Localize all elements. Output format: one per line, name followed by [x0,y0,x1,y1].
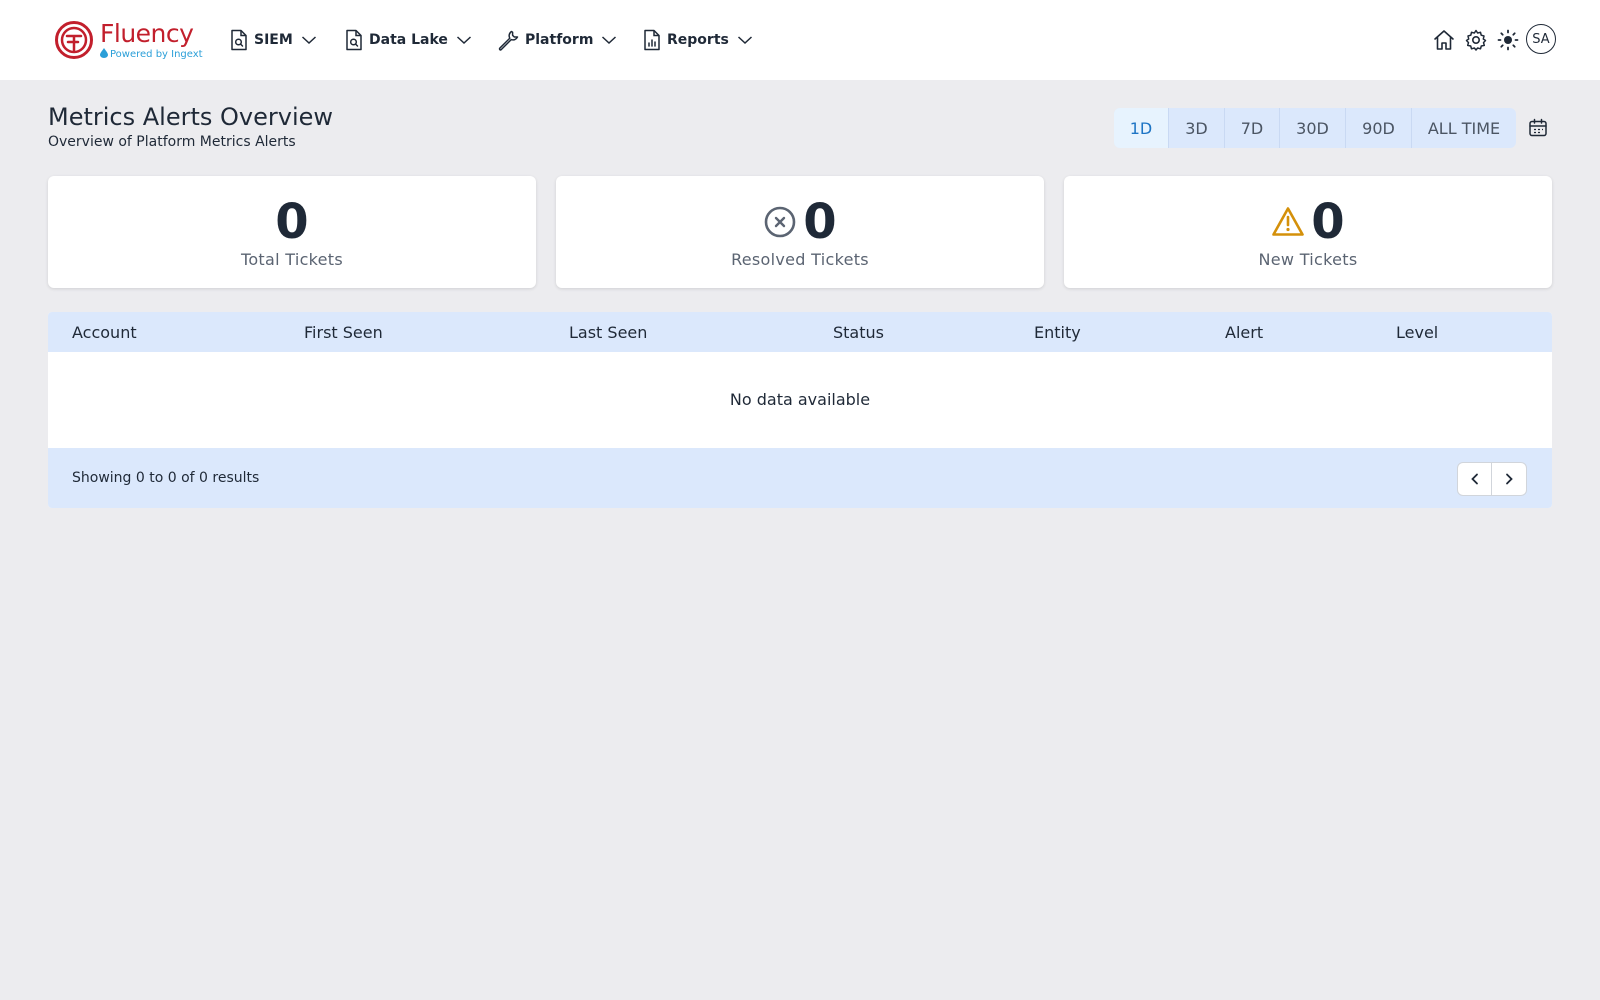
time-range-selector: 1D 3D 7D 30D 90D ALL TIME [1114,108,1516,148]
chevron-right-icon [1506,473,1513,485]
gear-icon[interactable] [1464,28,1488,52]
x-circle-icon [764,206,796,238]
chevron-down-icon [301,36,316,45]
chevron-down-icon [456,36,471,45]
top-bar: Fluency Powered by Ingext SIEM Data Lake… [0,0,1600,80]
new-tickets-value: 0 [1311,194,1345,250]
drop-icon [100,48,108,58]
range-30d[interactable]: 30D [1280,108,1346,148]
user-avatar[interactable]: SA [1526,24,1556,54]
nav-siem[interactable]: SIEM [230,28,317,52]
wrench-icon [498,30,519,51]
nav-platform-label: Platform [525,32,594,48]
brand-tagline: Powered by Ingext [100,48,203,61]
column-last-seen[interactable]: Last Seen [569,323,647,343]
empty-state-message: No data available [729,390,871,409]
column-account[interactable]: Account [72,323,137,343]
home-icon[interactable] [1432,28,1456,52]
page-title: Metrics Alerts Overview [48,103,333,131]
total-tickets-value: 0 [275,194,309,250]
fluency-logo[interactable]: Fluency Powered by Ingext [54,18,203,62]
column-status[interactable]: Status [833,323,884,343]
table-header: Account First Seen Last Seen Status Enti… [48,312,1552,352]
chevron-left-icon [1470,473,1478,485]
column-entity[interactable]: Entity [1034,323,1081,343]
warning-icon [1272,207,1305,236]
table-footer: Showing 0 to 0 of 0 results [48,448,1552,508]
nav-reports[interactable]: Reports [643,28,753,52]
column-first-seen[interactable]: First Seen [304,323,383,343]
document-search-icon [346,29,362,51]
total-tickets-card: 0 Total Tickets [48,176,536,288]
column-level[interactable]: Level [1396,323,1438,343]
nav-platform[interactable]: Platform [497,28,617,52]
range-3d[interactable]: 3D [1169,108,1225,148]
nav-reports-label: Reports [667,32,729,48]
pagination-controls [1457,462,1527,496]
range-1d[interactable]: 1D [1114,108,1169,148]
fluency-logo-icon [55,21,93,59]
previous-page-button[interactable] [1458,463,1493,495]
new-tickets-label: New Tickets [1258,250,1358,269]
page-subtitle: Overview of Platform Metrics Alerts [48,134,296,150]
nav-data-lake-label: Data Lake [369,32,448,48]
resolved-tickets-label: Resolved Tickets [731,250,869,269]
brand-name: Fluency [100,19,194,48]
sun-icon[interactable] [1496,28,1520,52]
document-search-icon [231,29,247,51]
nav-siem-label: SIEM [254,32,293,48]
chart-document-icon [644,29,660,51]
resolved-tickets-value: 0 [803,194,837,250]
new-tickets-card: 0 New Tickets [1064,176,1552,288]
chevron-down-icon [602,36,617,45]
resolved-tickets-card: 0 Resolved Tickets [556,176,1044,288]
next-page-button[interactable] [1492,463,1526,495]
range-all-time[interactable]: ALL TIME [1412,108,1516,148]
calendar-icon[interactable] [1527,117,1549,139]
range-90d[interactable]: 90D [1346,108,1412,148]
total-tickets-label: Total Tickets [240,250,344,269]
range-7d[interactable]: 7D [1225,108,1280,148]
column-alert[interactable]: Alert [1225,323,1263,343]
nav-data-lake[interactable]: Data Lake [345,28,472,52]
alerts-table: Account First Seen Last Seen Status Enti… [48,312,1552,508]
pagination-summary: Showing 0 to 0 of 0 results [72,470,260,486]
chevron-down-icon [737,36,752,45]
